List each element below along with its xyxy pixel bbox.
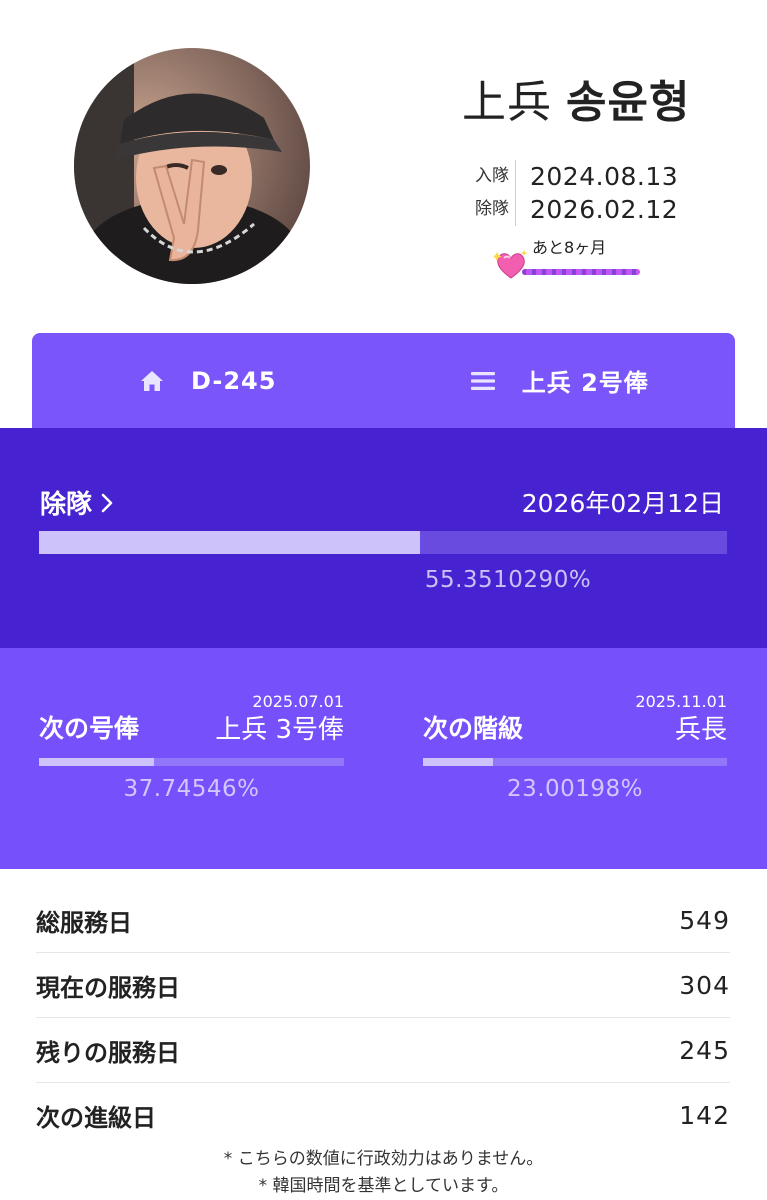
discharge-date: 2026.02.12: [530, 195, 679, 224]
stat-label: 総服務日: [36, 908, 132, 937]
enlist-date: 2024.08.13: [530, 162, 679, 191]
discharge-full-date: 2026年02月12日: [521, 489, 724, 518]
disclaimer-line: * 韓国時間を基準としています。: [258, 1176, 509, 1196]
scribble-underline: [522, 269, 640, 275]
discharge-label: 除隊: [475, 199, 509, 219]
stat-value: 142: [679, 1101, 730, 1130]
stat-label: 現在の服務日: [36, 973, 180, 1002]
stat-row-total-days: 総服務日 549: [36, 888, 730, 953]
menu-icon: [470, 368, 496, 394]
tab-dday-label: D-245: [191, 366, 277, 395]
remaining-sticker: あと8ヶ月: [494, 234, 654, 286]
tab-bar: D-245 上兵 2号俸: [32, 333, 735, 428]
profile-name: 上兵 송윤형: [462, 76, 690, 130]
service-stats-list: 総服務日 549 現在の服務日 304 残りの服務日 245 次の進級日 142: [36, 888, 730, 1148]
stat-value: 245: [679, 1035, 730, 1065]
profile-rank: 上兵: [462, 77, 552, 128]
next-rank-progress-bar: [423, 758, 727, 766]
tab-pay-grade-label: 上兵 2号俸: [521, 369, 649, 397]
service-dates: 入隊 除隊 2024.08.13 2026.02.12: [468, 160, 678, 226]
home-icon: [139, 368, 165, 394]
tab-dday[interactable]: D-245: [32, 333, 384, 428]
stat-row-remaining-days: 残りの服務日 245: [36, 1018, 730, 1083]
discharge-progress-fill: [39, 531, 420, 554]
profile-avatar: [74, 48, 310, 284]
chevron-right-icon: [101, 493, 113, 512]
next-pay-grade-progress-fill: [39, 758, 155, 766]
next-rank-target: 兵長: [674, 715, 727, 745]
next-pay-grade-progress-bar: [39, 758, 344, 766]
discharge-progress-bar: [39, 531, 727, 554]
discharge-title: 除隊: [40, 490, 93, 520]
next-rank-progress-fill: [423, 758, 493, 766]
disclaimer-line: * こちらの数値に行政効力はありません。: [223, 1149, 544, 1169]
avatar-photo: [74, 48, 310, 284]
remaining-note: あと8ヶ月: [532, 238, 607, 257]
profile-person-name: 송윤형: [566, 77, 691, 128]
next-pay-grade-target: 上兵 3号俸: [215, 715, 344, 745]
tab-pay-grade[interactable]: 上兵 2号俸: [384, 333, 736, 428]
stat-label: 次の進級日: [36, 1104, 156, 1132]
stat-value: 304: [679, 970, 730, 1000]
stat-value: 549: [679, 905, 730, 935]
service-tracker-page: 上兵 송윤형 入隊 除隊 2024.08.13 2026.02.12 あと8ヶ月 …: [0, 0, 767, 1200]
stat-label: 残りの服務日: [36, 1038, 180, 1067]
discharge-link[interactable]: 除隊: [40, 484, 114, 521]
sparkling-heart-icon: [494, 250, 527, 279]
stat-row-current-days: 現在の服務日 304: [36, 953, 730, 1018]
discharge-percent: 55.3510290%: [424, 567, 592, 593]
milestones-panel: 2025.07.01 次の号俸 上兵 3号俸 37.74546% 2025.11…: [0, 648, 767, 869]
stat-row-next-promotion: 次の進級日 142: [36, 1083, 730, 1148]
next-pay-grade-title: 次の号俸: [39, 714, 140, 743]
next-pay-grade-card: 2025.07.01 次の号俸 上兵 3号俸 37.74546%: [39, 648, 344, 869]
next-rank-card: 2025.11.01 次の階級 兵長 23.00198%: [423, 648, 727, 869]
next-pay-grade-percent: 37.74546%: [123, 776, 260, 802]
disclaimer-notes: * こちらの数値に行政効力はありません。 * 韓国時間を基準としています。: [0, 1146, 767, 1200]
enlist-label: 入隊: [475, 166, 509, 186]
next-rank-title: 次の階級: [423, 714, 524, 743]
next-rank-percent: 23.00198%: [506, 776, 644, 802]
discharge-progress-panel: 除隊 2026年02月12日 55.3510290%: [0, 428, 767, 648]
